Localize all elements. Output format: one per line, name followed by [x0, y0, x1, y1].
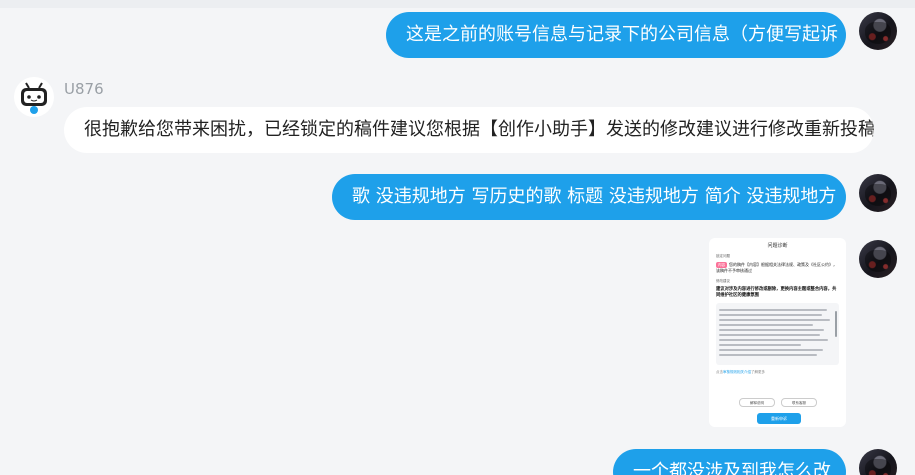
- doc-suggestion: 建议对涉及内容进行修改或删除，更换内容主题或整合内容，共同维护社区的健康氛围: [716, 287, 837, 298]
- user-avatar[interactable]: [859, 240, 897, 278]
- contact-button[interactable]: 联系客服: [781, 398, 817, 407]
- user-message-bubble: 歌 没违规地方 写历史的歌 标题 没违规地方 简介 没违规地方: [332, 174, 846, 220]
- bot-message-bubble: 很抱歉给您带来困扰，已经锁定的稿件建议您根据【创作小助手】发送的修改建议进行修改…: [64, 107, 874, 153]
- top-divider: [0, 0, 915, 8]
- image-message[interactable]: 问题诊断 锁定问题 内容 您的稿件【内容】根据相关法律法规、政策及《社区公约》，该…: [709, 238, 846, 427]
- appeal-button[interactable]: 重新申诉: [757, 413, 801, 424]
- doc-footer: 点击审核规则相关介绍了解更多: [716, 370, 839, 375]
- explain-button[interactable]: 解释说明: [739, 398, 775, 407]
- doc-footer-suffix: 了解更多: [751, 370, 765, 374]
- doc-title: 问题诊断: [767, 243, 788, 249]
- doc-footer-text: 点击: [716, 370, 723, 374]
- chat-window: 这是之前的账号信息与记录下的公司信息（方便写起诉 U876 很抱歉给您带来困扰，…: [0, 0, 915, 475]
- doc-detail-box: [716, 303, 839, 365]
- bot-username: U876: [64, 80, 104, 98]
- user-avatar[interactable]: [859, 449, 897, 475]
- user-message-bubble: 这是之前的账号信息与记录下的公司信息（方便写起诉: [386, 12, 846, 58]
- doc-section-label: 锁定问题: [716, 254, 730, 258]
- doc-warning-text: 您的稿件【内容】根据相关法律法规、政策及《社区公约》，该稿件不予审核通过: [716, 262, 837, 273]
- doc-scrollbar[interactable]: [835, 311, 837, 337]
- doc-section-label: 修改建议: [716, 279, 730, 283]
- user-avatar[interactable]: [859, 12, 897, 50]
- doc-warning: 内容 您的稿件【内容】根据相关法律法规、政策及《社区公约》，该稿件不予审核通过: [716, 262, 839, 274]
- user-message-bubble: 一个都没涉及到我怎么改: [613, 449, 846, 475]
- user-avatar[interactable]: [859, 174, 897, 212]
- doc-footer-link[interactable]: 审核规则相关介绍: [723, 370, 751, 374]
- bot-avatar-icon[interactable]: [14, 77, 54, 117]
